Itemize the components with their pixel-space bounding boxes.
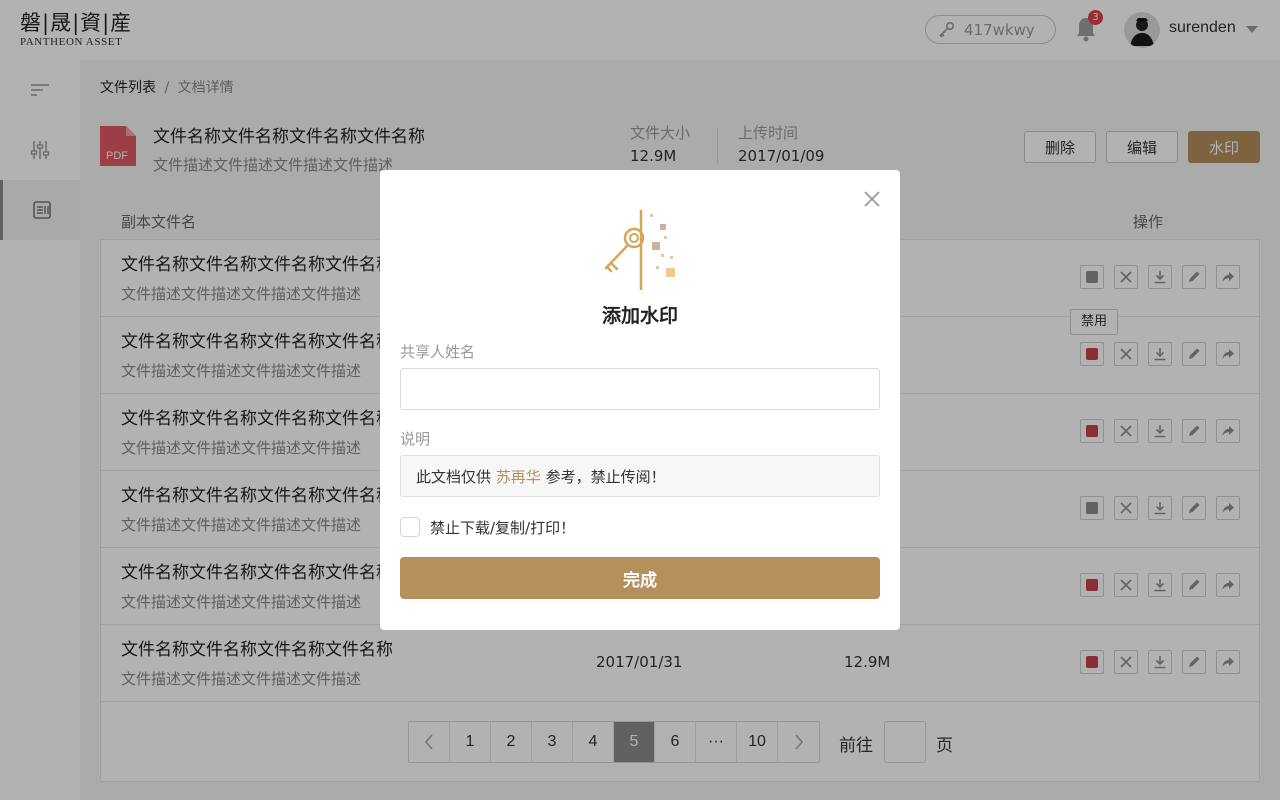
sharer-name-label: 共享人姓名 — [400, 343, 476, 361]
sharer-name-input[interactable] — [400, 368, 880, 410]
key-watermark-icon — [604, 210, 675, 290]
disable-download-label[interactable]: 禁止下载/复制/打印！ — [430, 517, 575, 538]
watermark-modal: 添加水印 共享人姓名 说明 此文档仅供 苏再华 参考，禁止传阅！ 禁止下载/复制… — [380, 170, 900, 630]
close-icon[interactable] — [862, 189, 882, 209]
disable-download-checkbox[interactable] — [400, 517, 420, 537]
done-button[interactable]: 完成 — [400, 557, 880, 599]
modal-title: 添加水印 — [601, 305, 678, 327]
description-field[interactable]: 此文档仅供 苏再华 参考，禁止传阅！ — [400, 455, 880, 497]
description-name: 苏再华 — [495, 467, 541, 486]
description-suffix: 参考，禁止传阅！ — [540, 467, 666, 486]
description-prefix: 此文档仅供 — [416, 467, 496, 486]
description-label: 说明 — [400, 430, 431, 448]
